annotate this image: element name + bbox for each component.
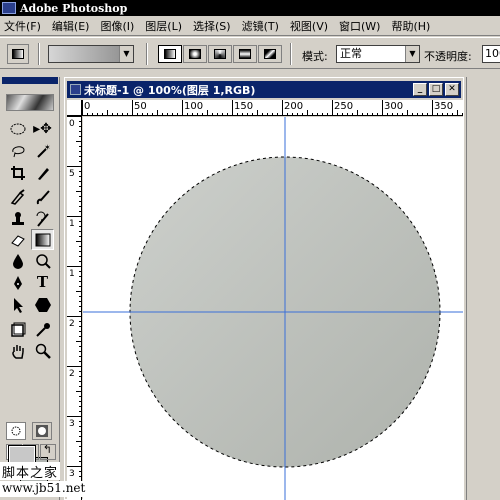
minimize-button[interactable]: _ bbox=[413, 83, 427, 96]
dodge-icon[interactable] bbox=[31, 250, 54, 271]
radial-gradient-icon bbox=[189, 49, 201, 59]
opacity-label: 不透明度: bbox=[424, 50, 472, 63]
app-title-bar: Adobe Photoshop bbox=[0, 0, 500, 16]
vertical-ruler[interactable]: 0 5 1 1 2 2 3 3 bbox=[67, 116, 82, 500]
slice-icon[interactable] bbox=[31, 162, 54, 183]
history-brush-icon[interactable] bbox=[31, 208, 54, 229]
menu-edit[interactable]: 编辑(E) bbox=[48, 18, 94, 34]
mode-label: 模式: bbox=[302, 50, 328, 63]
svg-text:✶: ✶ bbox=[44, 143, 51, 152]
workspace-background bbox=[466, 77, 500, 500]
ruler-label: 3 bbox=[69, 469, 75, 479]
brush-icon[interactable] bbox=[31, 186, 54, 207]
separator bbox=[38, 43, 40, 65]
menu-select[interactable]: 选择(S) bbox=[189, 18, 235, 34]
hand-icon[interactable] bbox=[6, 340, 29, 361]
gradient-tool-icon bbox=[12, 49, 24, 59]
quick-mask-icon[interactable] bbox=[32, 422, 52, 440]
close-button[interactable]: ✕ bbox=[445, 83, 459, 96]
angle-gradient-icon bbox=[214, 49, 226, 59]
ruler-label: 0 bbox=[84, 101, 90, 112]
radial-gradient-button[interactable] bbox=[183, 45, 207, 63]
angle-gradient-button[interactable] bbox=[208, 45, 232, 63]
watermark-url: www.jb51.net bbox=[0, 481, 88, 497]
eyedropper-icon[interactable] bbox=[31, 319, 54, 340]
ruler-label: 0 bbox=[69, 119, 75, 129]
reflected-gradient-icon bbox=[239, 49, 251, 59]
photoshop-logo-icon bbox=[2, 2, 16, 14]
toolbox-title-bar[interactable] bbox=[2, 77, 58, 84]
ruler-label: 150 bbox=[234, 101, 253, 112]
menu-file[interactable]: 文件(F) bbox=[0, 18, 45, 34]
crop-icon[interactable] bbox=[6, 162, 29, 183]
healing-brush-icon[interactable] bbox=[6, 186, 29, 207]
maximize-button[interactable]: □ bbox=[429, 83, 443, 96]
menu-view[interactable]: 视图(V) bbox=[286, 18, 332, 34]
watermark-text: 脚本之家 bbox=[0, 462, 61, 481]
mode-select[interactable]: 正常 ▼ bbox=[336, 45, 420, 63]
chevron-down-icon[interactable]: ▼ bbox=[405, 46, 419, 62]
standard-mode-icon[interactable] bbox=[6, 422, 26, 440]
options-bar: ▼ 模式: 正常 ▼ 不透明度: 100 bbox=[0, 37, 500, 69]
zoom-icon[interactable] bbox=[31, 340, 54, 361]
clone-stamp-icon[interactable] bbox=[6, 208, 29, 229]
magic-wand-icon[interactable]: ✶ bbox=[31, 140, 54, 161]
reflected-gradient-button[interactable] bbox=[233, 45, 257, 63]
document-title-bar[interactable]: 未标题-1 @ 100%(图层 1,RGB) _ □ ✕ bbox=[67, 81, 461, 98]
blur-icon[interactable] bbox=[6, 250, 29, 271]
separator bbox=[146, 43, 148, 65]
eraser-icon[interactable] bbox=[6, 229, 29, 250]
adobe-eye-logo-icon[interactable] bbox=[6, 94, 54, 111]
ruler-label: 5 bbox=[69, 169, 75, 179]
menu-layer[interactable]: 图层(L) bbox=[141, 18, 186, 34]
gradient-icon[interactable] bbox=[31, 229, 54, 250]
ruler-label: 3 bbox=[69, 419, 75, 429]
path-select-icon[interactable] bbox=[6, 294, 29, 315]
canvas[interactable] bbox=[83, 117, 463, 500]
toolbox: ▸✥ ✶ T ↰ bbox=[0, 77, 60, 500]
ruler-label: 2 bbox=[69, 319, 75, 329]
marquee-icon[interactable] bbox=[6, 118, 29, 139]
menu-image[interactable]: 图像(I) bbox=[96, 18, 138, 34]
document-icon bbox=[70, 84, 81, 95]
separator bbox=[290, 43, 292, 65]
ruler-label: 50 bbox=[134, 101, 147, 112]
tool-preset-picker[interactable] bbox=[7, 44, 29, 64]
pen-icon[interactable] bbox=[6, 272, 29, 293]
diamond-gradient-icon bbox=[264, 49, 276, 59]
type-icon[interactable]: T bbox=[31, 272, 54, 293]
diamond-gradient-button[interactable] bbox=[258, 45, 282, 63]
linear-gradient-button[interactable] bbox=[158, 45, 182, 63]
lasso-icon[interactable] bbox=[6, 140, 29, 161]
ruler-label: 200 bbox=[284, 101, 303, 112]
ruler-label: 100 bbox=[184, 101, 203, 112]
app-title: Adobe Photoshop bbox=[20, 1, 128, 15]
ruler-label: 2 bbox=[69, 369, 75, 379]
canvas-artwork bbox=[83, 117, 463, 500]
ruler-label: 250 bbox=[334, 101, 353, 112]
ruler-label: 300 bbox=[384, 101, 403, 112]
mode-value: 正常 bbox=[340, 47, 362, 60]
gradient-type-group bbox=[158, 45, 283, 63]
shape-icon[interactable] bbox=[31, 294, 54, 315]
ruler-label: 1 bbox=[69, 219, 75, 229]
menu-window[interactable]: 窗口(W) bbox=[335, 18, 384, 34]
document-title: 未标题-1 @ 100%(图层 1,RGB) bbox=[84, 83, 256, 97]
menu-help[interactable]: 帮助(H) bbox=[387, 18, 434, 34]
menu-filter[interactable]: 滤镜(T) bbox=[238, 18, 283, 34]
horizontal-ruler[interactable]: 0 50 100 150 200 250 300 350 bbox=[82, 100, 463, 116]
screen-mode-full-icon[interactable] bbox=[40, 444, 56, 460]
menu-bar: 文件(F) 编辑(E) 图像(I) 图层(L) 选择(S) 滤镜(T) 视图(V… bbox=[0, 16, 500, 36]
document-window: 未标题-1 @ 100%(图层 1,RGB) _ □ ✕ 0 50 100 15… bbox=[64, 77, 464, 500]
ruler-origin[interactable] bbox=[67, 100, 82, 116]
opacity-input[interactable]: 100 bbox=[482, 45, 500, 63]
ruler-label: 350 bbox=[434, 101, 453, 112]
notes-icon[interactable] bbox=[6, 319, 29, 340]
ruler-label: 1 bbox=[69, 269, 75, 279]
move-icon[interactable]: ▸✥ bbox=[31, 118, 54, 139]
linear-gradient-icon bbox=[164, 49, 176, 59]
gradient-picker[interactable]: ▼ bbox=[48, 45, 134, 63]
chevron-down-icon[interactable]: ▼ bbox=[119, 46, 133, 62]
